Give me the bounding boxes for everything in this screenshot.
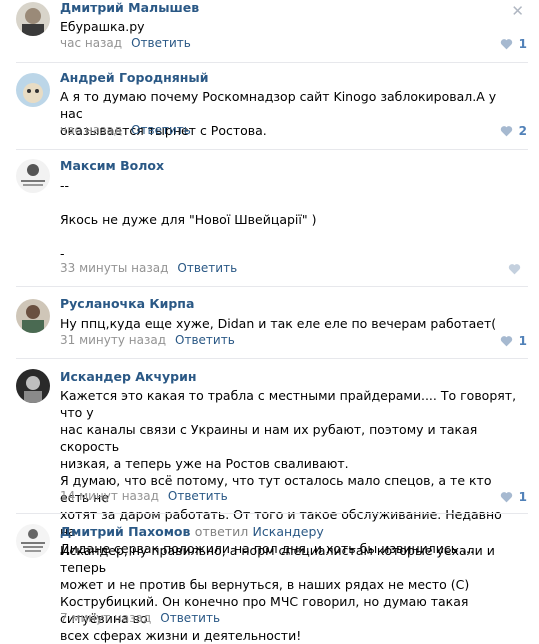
reply-button[interactable]: Ответить xyxy=(131,36,191,50)
comment-line: Ебурашка.ру xyxy=(60,19,145,34)
comment-meta: 14 минут назад Ответить xyxy=(60,489,228,503)
like-button[interactable] xyxy=(508,263,527,275)
comment-line: нас каналы связи с Украины и нам их руба… xyxy=(60,422,478,454)
timestamp[interactable]: 33 минуты назад xyxy=(60,261,168,275)
heart-icon xyxy=(508,264,521,275)
like-button[interactable]: 1 xyxy=(500,37,527,51)
comment-6: Дмитрий Пахомов ответил Искандеру Исканд… xyxy=(0,514,539,643)
avatar[interactable] xyxy=(16,369,50,403)
reply-button[interactable]: Ответить xyxy=(177,261,237,275)
like-count: 2 xyxy=(518,124,527,138)
comment-meta: 33 минуты назад Ответить xyxy=(60,261,237,275)
timestamp[interactable]: 14 минут назад xyxy=(60,489,159,503)
reply-button[interactable]: Ответить xyxy=(131,123,191,137)
author-name[interactable]: Дмитрий Малышев xyxy=(60,0,199,15)
avatar[interactable] xyxy=(16,159,50,193)
heart-icon xyxy=(500,39,512,50)
comment-line xyxy=(60,228,520,245)
like-count: 1 xyxy=(518,334,527,348)
comment-line: - xyxy=(60,246,65,261)
avatar[interactable] xyxy=(16,73,50,107)
author-name[interactable]: Искандер Акчурин xyxy=(60,369,197,384)
timestamp[interactable]: 7 минут назад xyxy=(60,611,151,625)
comment-text: Искандер, ну правильно, а норм специалис… xyxy=(60,542,520,644)
like-count: 1 xyxy=(518,490,527,504)
timestamp[interactable]: 31 минуту назад xyxy=(60,333,166,347)
reply-button[interactable]: Ответить xyxy=(160,611,220,625)
comment-meta: 31 минуту назад Ответить xyxy=(60,333,235,347)
comment-5: Искандер Акчурин Кажется это какая то тр… xyxy=(0,359,539,556)
heart-icon xyxy=(500,336,512,347)
comment-meta: час назад Ответить xyxy=(60,36,191,50)
comment-line: низкая, а теперь уже на Ростов сваливают… xyxy=(60,456,349,471)
timestamp[interactable]: час назад xyxy=(60,123,122,137)
comment-line: может и не против бы вернуться, в наших … xyxy=(60,577,470,592)
author-line: Дмитрий Пахомов ответил Искандеру xyxy=(60,524,324,539)
comment-4: Русланочка Кирпа Ну ппц,куда еще хуже, D… xyxy=(0,287,539,357)
like-count: 1 xyxy=(518,37,527,51)
heart-icon xyxy=(500,492,512,503)
comment-text: Ебурашка.ру xyxy=(60,18,520,35)
author-name[interactable]: Андрей Городняный xyxy=(60,70,209,85)
author-name[interactable]: Русланочка Кирпа xyxy=(60,296,194,311)
comment-meta: час назад Ответить xyxy=(60,123,191,137)
comment-line: А я то думаю почему Роскомнадзор сайт Ki… xyxy=(60,89,497,121)
avatar[interactable] xyxy=(16,524,50,558)
avatar[interactable] xyxy=(16,2,50,36)
comment-line: Ну ппц,куда еще хуже, Didan и так еле ел… xyxy=(60,316,497,331)
replied-to-link[interactable]: Искандеру xyxy=(253,524,324,539)
author-name[interactable]: Максим Волох xyxy=(60,158,164,173)
replied-label: ответил xyxy=(194,524,249,539)
timestamp[interactable]: час назад xyxy=(60,36,122,50)
avatar[interactable] xyxy=(16,299,50,333)
comment-line: Кажется это какая то трабла с местными п… xyxy=(60,388,517,420)
comment-text: Ну ппц,куда еще хуже, Didan и так еле ел… xyxy=(60,315,520,332)
comment-line: Якось не дуже для "Нової Швейцарії" ) xyxy=(60,212,317,227)
reply-button[interactable]: Ответить xyxy=(168,489,228,503)
comment-line: -- xyxy=(60,178,70,193)
comment-line: Искандер, ну правильно, а норм специалис… xyxy=(60,543,495,575)
like-button[interactable]: 1 xyxy=(500,334,527,348)
comment-meta: 7 минут назад Ответить xyxy=(60,611,220,625)
like-button[interactable]: 1 xyxy=(500,490,527,504)
heart-icon xyxy=(500,126,512,137)
author-name[interactable]: Дмитрий Пахомов xyxy=(60,524,190,539)
comment-line: всех сферах жизни и деятельности! xyxy=(60,628,302,643)
comment-line xyxy=(60,194,520,211)
comment-1: Дмитрий Малышев Ебурашка.ру час назад Отв… xyxy=(0,0,539,62)
comment-2: Андрей Городняный А я то думаю почему Ро… xyxy=(0,63,539,148)
comment-text: -- Якось не дуже для "Нової Швейцарії" )… xyxy=(60,177,520,262)
reply-button[interactable]: Ответить xyxy=(175,333,235,347)
comment-3: Максим Волох -- Якось не дуже для "Нової… xyxy=(0,150,539,286)
like-button[interactable]: 2 xyxy=(500,124,527,138)
